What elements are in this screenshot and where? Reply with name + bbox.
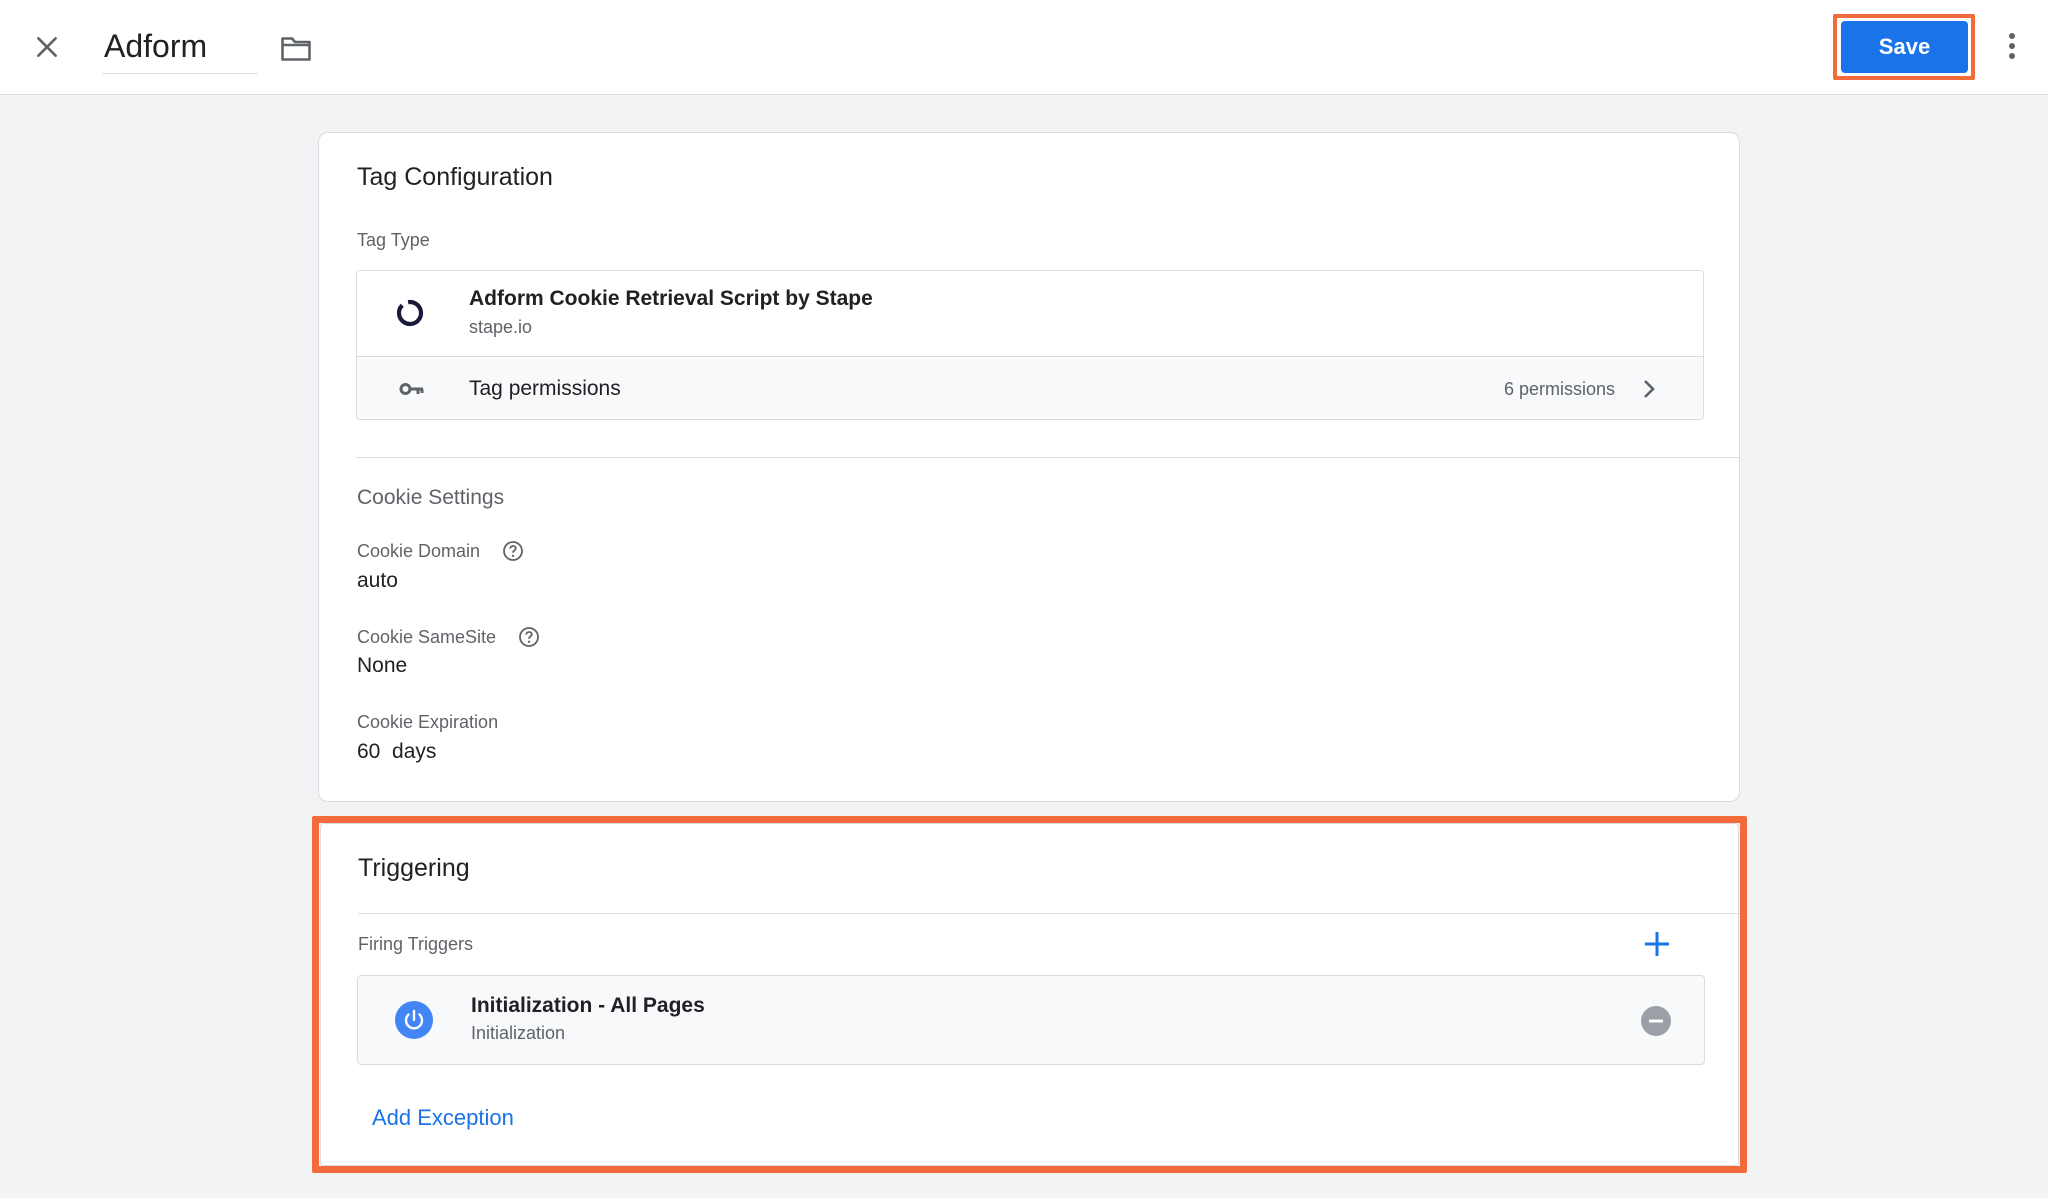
section-divider [356,457,1740,458]
permissions-count: 6 permissions [1503,379,1615,399]
triggering-divider [358,913,1740,914]
close-icon [37,37,57,57]
add-exception-link[interactable]: Add Exception [372,1105,514,1131]
folder-icon [281,37,311,61]
tag-permissions-label: Tag permissions [469,377,621,400]
plus-icon[interactable] [1642,929,1672,959]
more-options-button[interactable] [1992,26,2032,66]
tag-permissions-row[interactable]: Tag permissions 6 permissions [357,357,1703,419]
trigger-name: Initialization - All Pages [471,994,705,1017]
triggering-card[interactable]: Triggering Firing Triggers Initializatio… [320,823,1740,1166]
cookie-expiration-label: Cookie Expiration [357,712,499,732]
tag-type-row[interactable]: Adform Cookie Retrieval Script by Stape … [357,271,1703,357]
help-icon[interactable] [518,626,540,648]
remove-circle-icon[interactable] [1640,1005,1672,1037]
power-icon [395,1001,433,1039]
chevron-right-icon [1644,380,1655,398]
cookie-samesite-label: Cookie SameSite [357,627,497,647]
firing-triggers-label: Firing Triggers [358,934,474,954]
cookie-settings-heading: Cookie Settings [357,486,505,509]
tag-type-label: Tag Type [357,230,430,250]
ring-icon [396,299,424,327]
cookie-domain-value: auto [357,569,398,592]
more-vert-icon [2009,33,2015,59]
tag-type-name: Adform Cookie Retrieval Script by Stape [469,287,873,310]
tag-configuration-title: Tag Configuration [357,163,553,191]
save-button[interactable]: Save [1841,21,1968,73]
trigger-row[interactable]: Initialization - All Pages Initializatio… [357,975,1705,1065]
cookie-expiration-value: 60 days [357,740,437,763]
help-icon[interactable] [502,540,524,562]
close-button[interactable] [26,26,68,68]
tag-configuration-card[interactable]: Tag Configuration Tag Type Adform Cookie… [318,132,1740,802]
cookie-samesite-value: None [357,654,408,677]
trigger-type: Initialization [471,1023,566,1043]
top-bar: Adform Save [0,0,2048,95]
folder-button[interactable] [276,28,316,68]
triggering-title: Triggering [358,854,470,882]
tag-type-vendor: stape.io [469,317,533,337]
key-icon [399,383,424,395]
tag-type-box: Adform Cookie Retrieval Script by Stape … [356,270,1704,420]
cookie-domain-label: Cookie Domain [357,541,481,561]
tag-name-field[interactable]: Adform [102,22,258,74]
